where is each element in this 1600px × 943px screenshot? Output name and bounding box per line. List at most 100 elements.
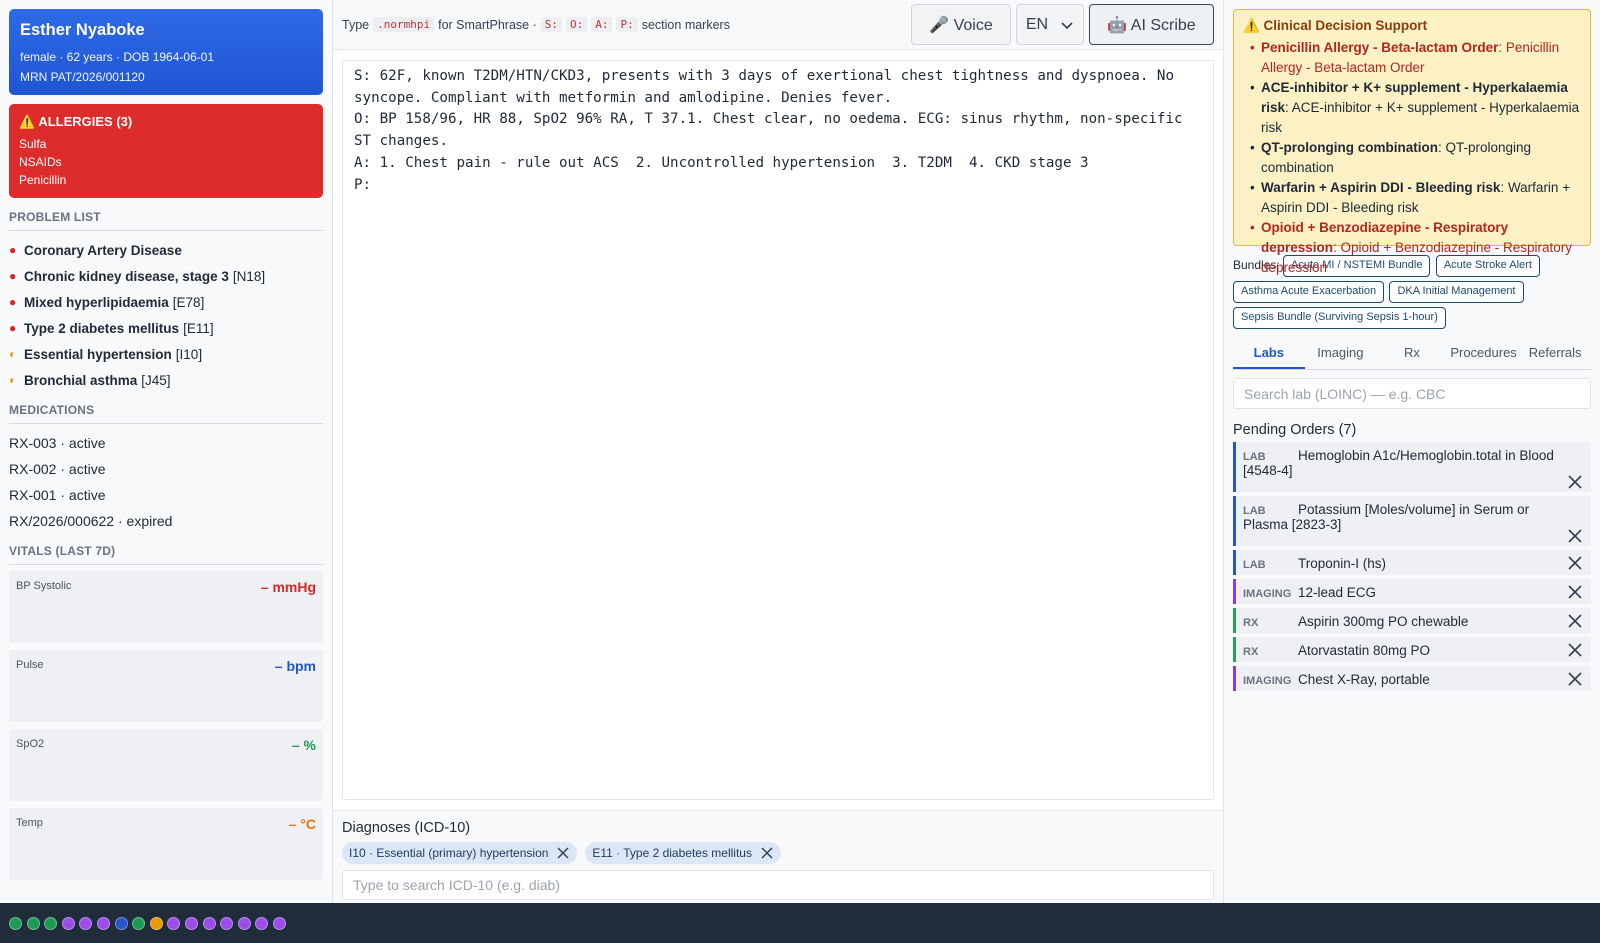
pending-order-item: LAB Potassium [Moles/volume] in Serum or … — [1233, 496, 1591, 546]
remove-order-icon[interactable] — [1568, 671, 1582, 686]
vital-label: Pulse — [16, 659, 44, 671]
status-dot[interactable] — [255, 916, 269, 930]
status-dot[interactable] — [44, 916, 58, 930]
remove-order-icon[interactable] — [1568, 642, 1582, 657]
patient-demographics: female · 62 years · DOB 1964-06-01 — [20, 50, 215, 64]
cds-alert-list: Penicillin Allergy - Beta-lactam Order: … — [1243, 38, 1581, 278]
cds-alert[interactable]: Opioid + Benzodiazepine - Respiratory de… — [1243, 218, 1581, 278]
problem-item[interactable]: ● Type 2 diabetes mellitus [E11] — [9, 315, 323, 341]
severity-icon: ◐ — [9, 347, 17, 361]
status-dot[interactable] — [167, 916, 181, 930]
bundle-button[interactable]: DKA Initial Management — [1389, 280, 1524, 303]
status-dot[interactable] — [79, 916, 93, 930]
problem-code: [J45] — [141, 372, 171, 388]
severity-icon: ● — [9, 269, 17, 283]
order-text: Aspirin 300mg PO chewable — [1298, 614, 1469, 629]
order-type-badge: RX — [1243, 617, 1259, 629]
status-dot[interactable] — [114, 916, 128, 930]
cds-alert[interactable]: Warfarin + Aspirin DDI - Bleeding risk: … — [1243, 178, 1581, 218]
order-type-badge: LAB — [1243, 559, 1266, 571]
tab-labs[interactable]: Labs — [1233, 338, 1305, 369]
allergy-title: ⚠️ ALLERGIES (3) — [19, 114, 133, 129]
problem-item[interactable]: ◐ Bronchial asthma [J45] — [9, 367, 323, 393]
medication-item[interactable]: RX-002 · active — [9, 456, 323, 482]
vital-card: SpO2 – % — [9, 729, 323, 801]
cds-alert[interactable]: ACE-inhibitor + K+ supplement - Hyperkal… — [1243, 78, 1581, 138]
status-dot[interactable] — [220, 916, 234, 930]
cds-alert-name: Penicillin Allergy - Beta-lactam Order — [1261, 40, 1499, 55]
patient-card[interactable]: Esther Nyaboke female · 62 years · DOB 1… — [9, 9, 323, 95]
cds-title: ⚠️ Clinical Decision Support — [1243, 18, 1428, 33]
order-type-badge: RX — [1243, 646, 1259, 658]
pending-order-item: RX Aspirin 300mg PO chewable — [1233, 608, 1591, 633]
status-dot[interactable] — [272, 916, 286, 930]
pending-order-item: RX Atorvastatin 80mg PO — [1233, 637, 1591, 662]
lab-search-input[interactable]: Search lab (LOINC) — e.g. CBC — [1233, 378, 1591, 409]
order-type-badge: LAB — [1243, 451, 1266, 463]
bundle-button[interactable]: Sepsis Bundle (Surviving Sepsis 1-hour) — [1233, 306, 1446, 329]
tab-referrals[interactable]: Referrals — [1519, 338, 1591, 369]
vitals-list: BP Systolic – mmHg Pulse – bpm SpO2 – % Temp – … — [9, 571, 323, 880]
marker-o: O: — [565, 17, 588, 32]
tab-procedures[interactable]: Procedures — [1448, 338, 1520, 369]
marker-p: P: — [616, 17, 638, 32]
medications-title: MEDICATIONS — [9, 403, 323, 424]
tab-rx[interactable]: Rx — [1376, 338, 1448, 369]
diagnosis-chip: E11 · Type 2 diabetes mellitus — [585, 842, 781, 864]
status-dot[interactable] — [202, 916, 216, 930]
bundle-button[interactable]: Asthma Acute Exacerbation — [1233, 280, 1385, 303]
orders-panel: ⚠️ Clinical Decision Support Penicillin … — [1223, 0, 1600, 903]
order-tabs: Labs Imaging Rx Procedures Referrals — [1233, 338, 1591, 370]
hint-suffix: section markers — [641, 17, 730, 32]
icd10-search-input[interactable]: Type to search ICD-10 (e.g. diab) — [342, 870, 1214, 900]
problem-name: Coronary Artery Disease — [24, 242, 182, 258]
order-text: Atorvastatin 80mg PO — [1298, 643, 1431, 658]
remove-order-icon[interactable] — [1568, 529, 1582, 543]
cds-alert[interactable]: Penicillin Allergy - Beta-lactam Order: … — [1243, 38, 1581, 78]
status-dot[interactable] — [9, 916, 22, 930]
status-dot[interactable] — [26, 916, 40, 930]
close-icon[interactable] — [761, 847, 773, 859]
close-icon[interactable] — [557, 847, 569, 859]
language-value: EN — [1025, 15, 1049, 33]
medication-item[interactable]: RX-003 · active — [9, 430, 323, 456]
vital-value: – % — [291, 737, 316, 753]
medication-item[interactable]: RX-001 · active — [9, 482, 323, 508]
patient-name: Esther Nyaboke — [20, 21, 145, 39]
status-dot[interactable] — [61, 916, 75, 930]
vital-card: Temp – °C — [9, 808, 323, 880]
problem-item[interactable]: ● Mixed hyperlipidaemia [E78] — [9, 289, 323, 315]
status-dot[interactable] — [149, 916, 163, 930]
remove-order-icon[interactable] — [1568, 584, 1582, 599]
pending-order-item: IMAGING 12-lead ECG — [1233, 579, 1591, 604]
vitals-title: VITALS (LAST 7D) — [9, 544, 323, 565]
diagnoses-section: Diagnoses (ICD-10) I10 · Essential (prim… — [333, 810, 1223, 903]
remove-order-icon[interactable] — [1568, 613, 1582, 628]
severity-icon: ● — [9, 321, 17, 335]
voice-button[interactable]: 🎤 Voice — [911, 4, 1011, 45]
status-dot[interactable] — [132, 916, 146, 930]
language-select[interactable]: EN — [1016, 4, 1084, 45]
problem-item[interactable]: ● Coronary Artery Disease — [9, 237, 323, 263]
status-dot[interactable] — [96, 916, 110, 930]
problem-item[interactable]: ◐ Essential hypertension [I10] — [9, 341, 323, 367]
pending-orders-list: LAB Hemoglobin A1c/Hemoglobin.total in Bl… — [1233, 442, 1591, 691]
order-type-badge: LAB — [1243, 505, 1266, 517]
status-dot[interactable] — [184, 916, 198, 930]
diagnosis-chip-label: E11 · Type 2 diabetes mellitus — [592, 846, 752, 860]
ai-scribe-button[interactable]: 🤖 AI Scribe — [1089, 4, 1214, 45]
remove-order-icon[interactable] — [1568, 555, 1582, 570]
tab-imaging[interactable]: Imaging — [1305, 338, 1377, 369]
diagnoses-title: Diagnoses (ICD-10) — [342, 820, 471, 836]
status-dot[interactable] — [237, 916, 251, 930]
problem-item[interactable]: ● Chronic kidney disease, stage 3 [N18] — [9, 263, 323, 289]
remove-order-icon[interactable] — [1568, 475, 1582, 489]
diagnosis-chips: I10 · Essential (primary) hypertension E… — [342, 842, 1214, 864]
clinical-note-textarea[interactable]: S: 62F, known T2DM/HTN/CKD3, presents wi… — [342, 60, 1214, 800]
order-text: Chest X-Ray, portable — [1298, 672, 1430, 687]
chevron-down-icon — [1061, 21, 1073, 29]
problem-name: Chronic kidney disease, stage 3 — [24, 268, 229, 284]
cds-alert[interactable]: QT-prolonging combination: QT-prolonging… — [1243, 138, 1581, 178]
patient-mrn: MRN PAT/2026/001120 — [20, 70, 145, 84]
medication-item[interactable]: RX/2026/000622 · expired — [9, 508, 323, 534]
